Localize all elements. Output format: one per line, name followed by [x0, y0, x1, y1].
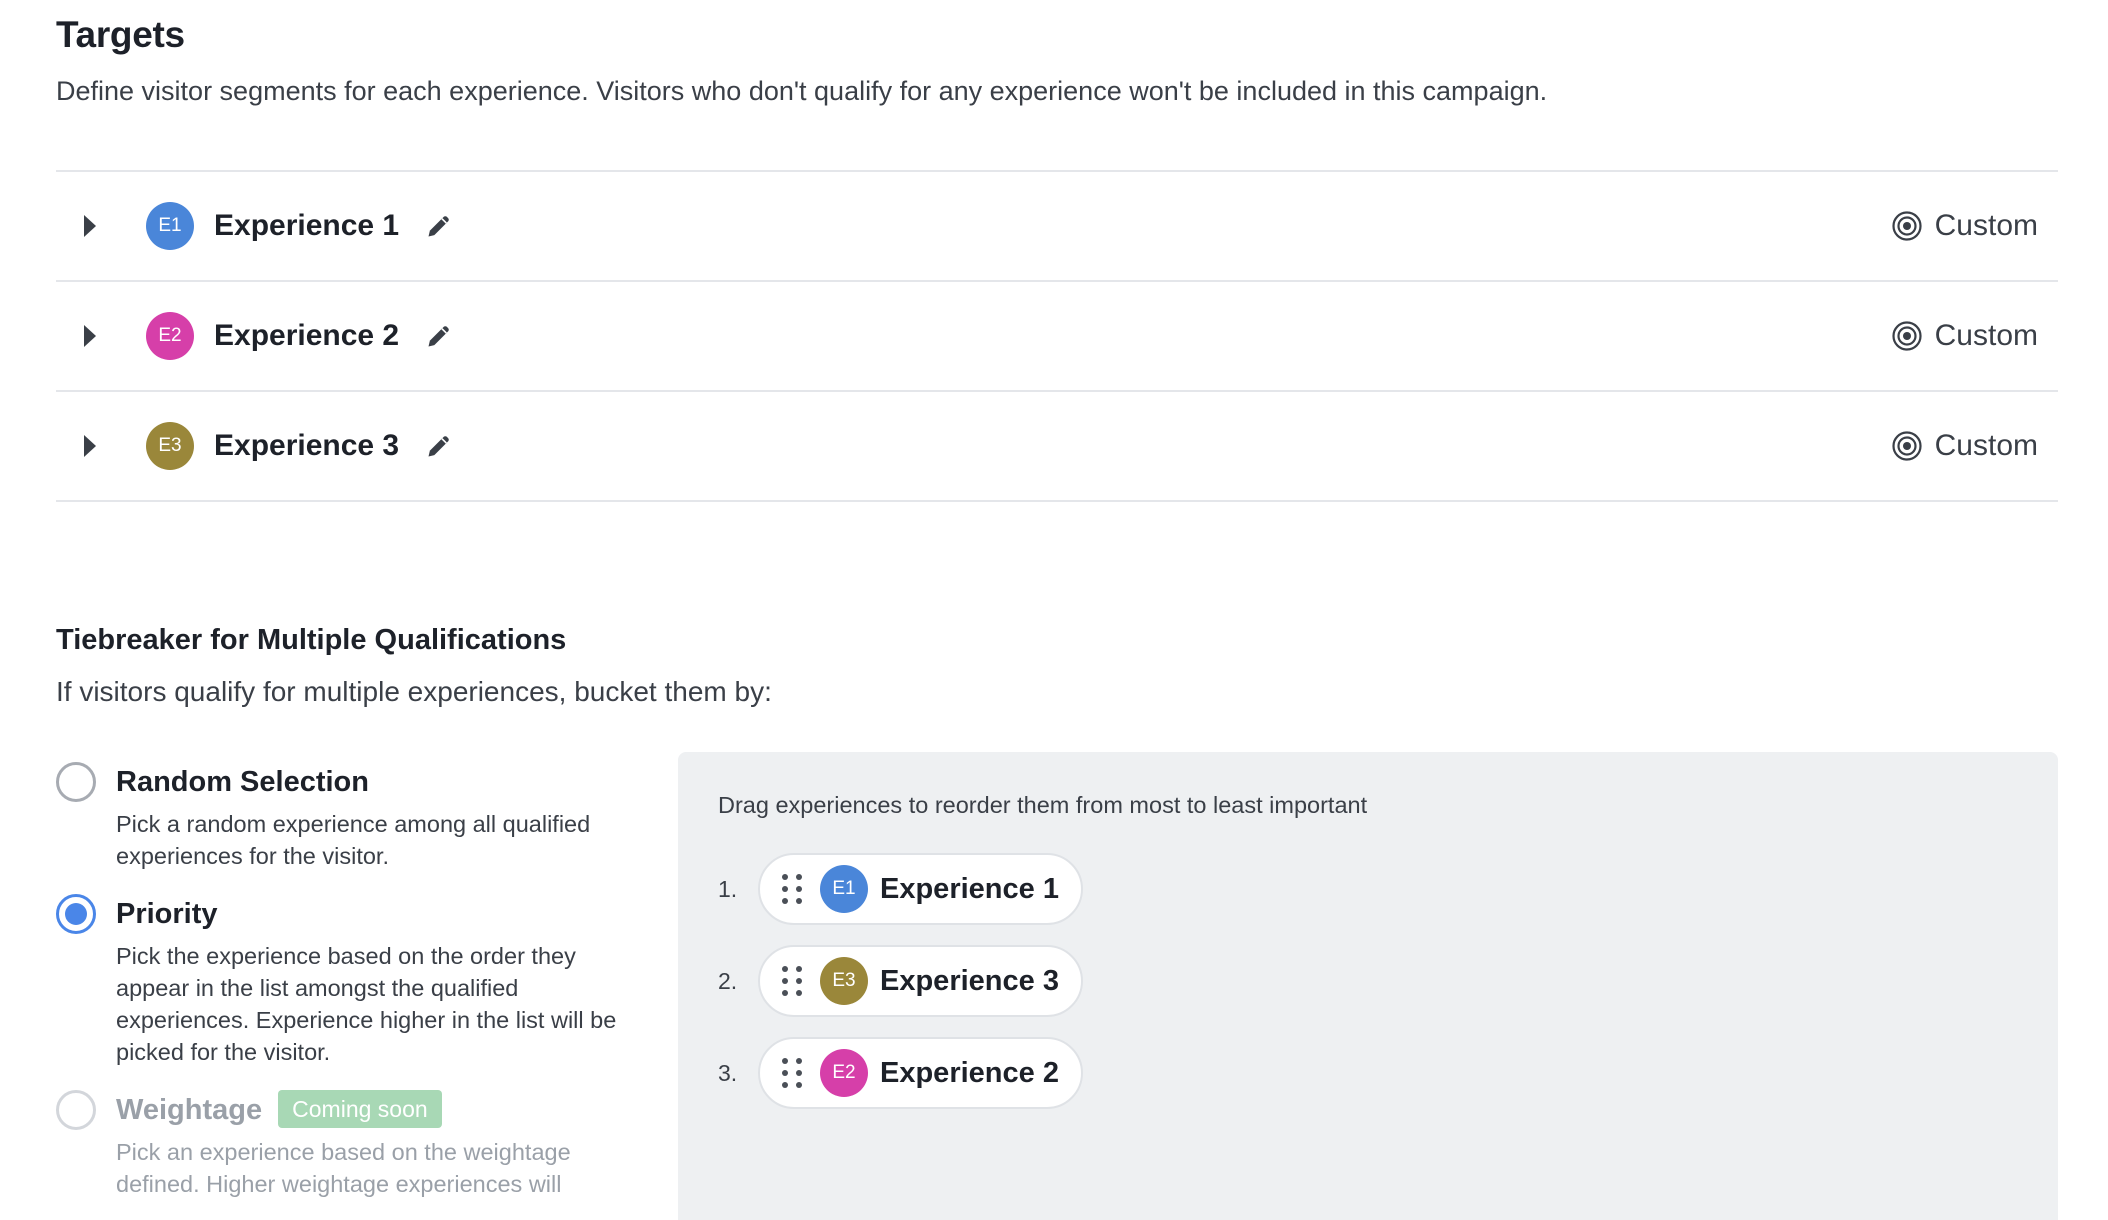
tiebreaker-title: Tiebreaker for Multiple Qualifications — [56, 624, 567, 656]
option-description: Pick the experience based on the order t… — [116, 943, 617, 1065]
priority-list: 1. E1 Experience 1 2. E3 Experience 3 3. — [718, 853, 2018, 1109]
option-weightage: Weightage Coming soon Pick an experience… — [56, 1088, 646, 1200]
target-icon — [1892, 431, 1922, 461]
experience-list: E1 Experience 1 Custom E2 Experience 2 C… — [56, 170, 2058, 502]
targeting-status[interactable]: Custom — [1891, 282, 2038, 390]
tiebreaker-description: If visitors qualify for multiple experie… — [56, 676, 772, 707]
experience-badge: E1 — [146, 202, 194, 250]
expand-caret-icon[interactable] — [84, 215, 96, 237]
experience-name: Experience 3 — [880, 964, 1059, 997]
expand-caret-icon[interactable] — [84, 435, 96, 457]
targeting-status[interactable]: Custom — [1891, 392, 2038, 500]
priority-chip-experience-2[interactable]: E2 Experience 2 — [758, 1037, 1083, 1109]
drag-handle-icon[interactable] — [782, 872, 804, 906]
option-label: Priority — [116, 898, 218, 930]
experience-row-3[interactable]: E3 Experience 3 Custom — [56, 392, 2058, 502]
radio-priority[interactable] — [56, 894, 96, 934]
option-priority[interactable]: Priority Pick the experience based on th… — [56, 892, 646, 1068]
priority-order-panel: Drag experiences to reorder them from mo… — [678, 752, 2058, 1220]
priority-number: 3. — [718, 1059, 738, 1086]
edit-pencil-icon[interactable] — [425, 432, 453, 460]
option-description: Pick a random experience among all quali… — [116, 811, 591, 869]
edit-pencil-icon[interactable] — [425, 322, 453, 350]
priority-item: 3. E2 Experience 2 — [718, 1037, 2018, 1109]
experience-row-2[interactable]: E2 Experience 2 Custom — [56, 282, 2058, 392]
experience-badge: E3 — [820, 957, 868, 1005]
experience-badge: E2 — [820, 1049, 868, 1097]
priority-number: 2. — [718, 967, 738, 994]
experience-row-1[interactable]: E1 Experience 1 Custom — [56, 172, 2058, 282]
coming-soon-badge: Coming soon — [278, 1090, 442, 1128]
radio-random-selection[interactable] — [56, 762, 96, 802]
priority-chip-experience-3[interactable]: E3 Experience 3 — [758, 945, 1083, 1017]
target-label: Custom — [1934, 319, 2038, 352]
targets-title: Targets — [56, 14, 185, 55]
option-random-selection[interactable]: Random Selection Pick a random experienc… — [56, 760, 646, 872]
priority-item: 2. E3 Experience 3 — [718, 945, 2018, 1017]
option-label: Random Selection — [116, 766, 369, 798]
targeting-status[interactable]: Custom — [1891, 172, 2038, 280]
radio-weightage — [56, 1090, 96, 1130]
target-icon — [1892, 321, 1922, 351]
experience-name: Experience 2 — [214, 319, 400, 352]
targets-description: Define visitor segments for each experie… — [56, 76, 1548, 106]
priority-number: 1. — [718, 875, 738, 902]
target-label: Custom — [1934, 209, 2038, 242]
drag-handle-icon[interactable] — [782, 964, 804, 998]
experience-badge: E1 — [820, 865, 868, 913]
target-label: Custom — [1934, 429, 2038, 462]
drag-hint: Drag experiences to reorder them from mo… — [718, 792, 1368, 818]
edit-pencil-icon[interactable] — [425, 212, 453, 240]
option-description: Pick an experience based on the weightag… — [116, 1139, 571, 1197]
target-icon — [1892, 211, 1922, 241]
experience-name: Experience 3 — [214, 429, 400, 462]
option-label: Weightage — [116, 1094, 263, 1126]
targets-page: Targets Define visitor segments for each… — [0, 0, 2108, 1220]
drag-handle-icon[interactable] — [782, 1056, 804, 1090]
experience-name: Experience 1 — [880, 872, 1059, 905]
experience-name: Experience 1 — [214, 209, 400, 242]
priority-chip-experience-1[interactable]: E1 Experience 1 — [758, 853, 1083, 925]
experience-name: Experience 2 — [880, 1056, 1059, 1089]
experience-badge: E2 — [146, 312, 194, 360]
priority-item: 1. E1 Experience 1 — [718, 853, 2018, 925]
experience-badge: E3 — [146, 422, 194, 470]
expand-caret-icon[interactable] — [84, 325, 96, 347]
tiebreaker-options: Random Selection Pick a random experienc… — [56, 760, 646, 1220]
